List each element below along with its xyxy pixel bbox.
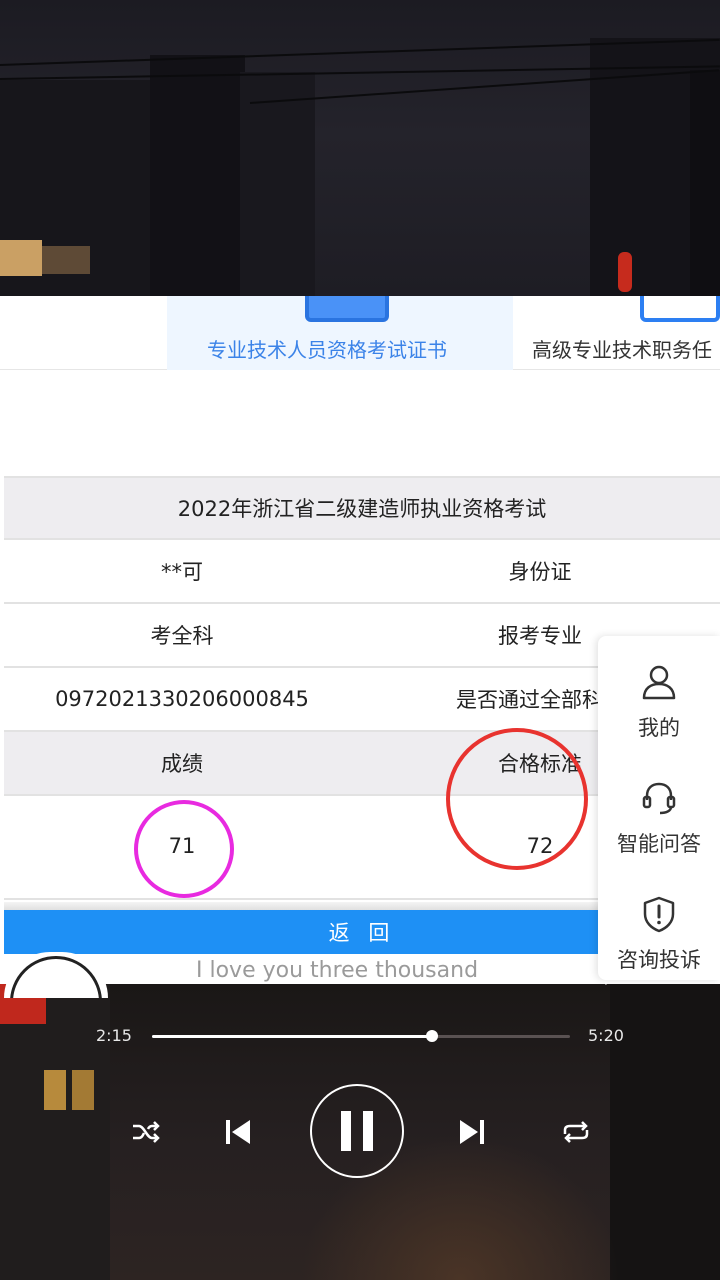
building-silhouette	[240, 72, 315, 296]
previous-button[interactable]	[218, 1112, 258, 1152]
building-silhouette	[610, 984, 720, 1280]
tab-senior-title[interactable]: 高级专业技术职务任	[520, 296, 720, 370]
pause-button[interactable]	[310, 1084, 404, 1178]
side-item-label: 我的	[638, 716, 680, 740]
lit-window	[44, 1070, 66, 1110]
building-silhouette	[150, 55, 245, 296]
building-silhouette	[690, 70, 720, 296]
next-icon	[460, 1120, 484, 1144]
tab-professional-certificate[interactable]: 专业技术人员资格考试证书	[167, 296, 513, 370]
exam-result-page: 专业技术人员资格考试证书 高级专业技术职务任 2022年浙江省二级建造师执业资格…	[0, 296, 720, 984]
disc-ring	[10, 956, 102, 998]
admission-number: 097202133020600084​5	[55, 687, 309, 711]
side-item-mine[interactable]: 我的	[598, 648, 720, 758]
previous-icon	[226, 1120, 250, 1144]
lit-window	[42, 246, 90, 274]
score-header: 成绩	[161, 752, 203, 776]
lit-window	[0, 240, 42, 276]
progress-bar[interactable]	[152, 1030, 570, 1042]
headset-icon	[642, 782, 676, 815]
lyric-line: I love you three thousand	[196, 958, 479, 983]
candidate-name: **可	[161, 560, 203, 584]
shuffle-button[interactable]	[128, 1114, 164, 1150]
more-options-icon[interactable]: ⋮	[598, 968, 614, 987]
certificate-icon	[640, 296, 720, 322]
score-highlight-circle	[134, 800, 234, 898]
progress-fill	[152, 1035, 433, 1038]
side-item-label: 智能问答	[617, 832, 701, 856]
current-time: 2:15	[96, 1026, 132, 1045]
user-icon	[642, 665, 676, 700]
tab-label: 高级专业技术职务任	[532, 338, 712, 362]
certificate-tabs: 专业技术人员资格考试证书 高级专业技术职务任	[0, 296, 720, 370]
background-photo-top	[0, 0, 720, 296]
total-time: 5:20	[588, 1026, 624, 1045]
standard-highlight-circle	[446, 728, 588, 870]
repeat-icon	[563, 1121, 589, 1143]
table-title-row: 2022年浙江省二级建造师执业资格考试	[4, 476, 720, 540]
floating-side-menu: 我的 智能问答 咨询投诉	[598, 636, 720, 980]
repeat-button[interactable]	[556, 1114, 596, 1150]
table-row: **可 身份证	[4, 540, 720, 604]
exam-type: 考全科	[150, 624, 214, 648]
exam-title: 2022年浙江省二级建造师执业资格考试	[177, 497, 547, 521]
next-button[interactable]	[452, 1112, 492, 1152]
id-type: 身份证	[508, 560, 572, 584]
side-item-smart-qa[interactable]: 智能问答	[598, 764, 720, 874]
certificate-icon	[305, 296, 389, 322]
shuffle-icon	[133, 1121, 160, 1143]
building-silhouette	[0, 984, 110, 1280]
red-light	[618, 252, 632, 292]
shield-icon	[643, 896, 675, 933]
lit-window	[72, 1070, 94, 1110]
pause-icon	[341, 1111, 373, 1151]
tab-label: 专业技术人员资格考试证书	[207, 338, 447, 362]
